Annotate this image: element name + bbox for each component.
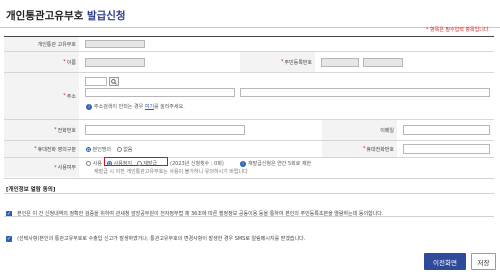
required-note: * 항목은 필수입력 항목입니다. xyxy=(425,27,490,33)
usage-status-label-text: 사용여부 xyxy=(57,165,76,171)
mobile-field[interactable] xyxy=(403,144,490,154)
reissue-limit: i 재발급신청은 연간 5회로 제한 xyxy=(240,160,311,167)
required-mark: * xyxy=(63,59,66,65)
reissue-count: (2023년 신청횟수 : 0회) xyxy=(170,161,224,167)
consent-title: [개인정보 열람 동의] xyxy=(6,187,56,193)
required-mark: * xyxy=(362,146,366,152)
page-title-main: 개인통관고유부호 xyxy=(6,10,84,22)
radio-none[interactable] xyxy=(116,147,122,152)
email-label: 이메일 xyxy=(322,120,397,140)
rrn-front-field[interactable] xyxy=(321,58,359,67)
consent-divider xyxy=(4,193,494,194)
auth-option-own-name-label: 본인명의 xyxy=(92,147,111,153)
auth-type-label-text: 휴대전화 영의구분 xyxy=(37,146,76,153)
required-mark: * xyxy=(54,164,57,171)
page-title-accent: 발급신청 xyxy=(86,10,126,22)
info-icon: i xyxy=(86,103,92,110)
required-mark: * xyxy=(280,59,284,65)
address-help-suffix: 를 눌러주세요. xyxy=(153,104,185,110)
address-help: i 주소검색이 안되는 경우 여기를 눌러주세요. xyxy=(86,103,185,110)
address-label: * 주소 xyxy=(4,73,79,119)
auth-type-options: 본인명의 없음 xyxy=(86,146,132,153)
mobile-label: * 휴대전화번호 xyxy=(322,141,397,157)
rrn-label-text: 주민등록번호 xyxy=(284,59,312,66)
save-button[interactable]: 저장 xyxy=(471,253,496,270)
email-field[interactable] xyxy=(403,125,490,135)
consent-item-2-text: (선택사항)본인의 통관고유부호로 수출입 신고가 발생하였거나, 통관고유부호… xyxy=(17,236,306,242)
auth-type-label: * 휴대전화 영의구분 xyxy=(4,141,79,157)
radio-suspend[interactable] xyxy=(107,161,112,166)
radio-use[interactable] xyxy=(86,161,91,166)
rrn-back-field[interactable] xyxy=(363,58,403,67)
consent-divider xyxy=(4,216,494,217)
required-mark: * xyxy=(34,146,37,152)
email-label-text: 이메일 xyxy=(380,127,394,134)
phone-label: * 전화번호 xyxy=(4,120,79,140)
consent-item-2: ✓ (선택사항)본인의 통관고유부호로 수출입 신고가 발생하였거나, 통관고유… xyxy=(6,225,305,244)
info-icon: i xyxy=(240,160,246,167)
search-icon xyxy=(111,78,117,85)
phone-field[interactable] xyxy=(85,125,245,135)
address-search-button[interactable] xyxy=(109,77,119,86)
usage-option-reissue-label: 재발급 xyxy=(143,161,157,167)
name-label: * 이름 xyxy=(4,52,79,72)
customs-code-label-text: 개인통관 고유부호 xyxy=(37,41,76,48)
usage-status-label: * 사용여부 xyxy=(4,158,79,177)
reissue-note: 재발급 시 이전 개인통관고유부호는 사용이 불가하니 유의하시기 바랍니다 xyxy=(94,169,248,175)
usage-options-highlighted: 사용정지 재발급 xyxy=(107,160,157,167)
phone-label-text: 전화번호 xyxy=(57,127,76,134)
customs-code-label: 개인통관 고유부호 xyxy=(4,37,79,51)
radio-own-name[interactable] xyxy=(86,147,91,152)
name-field[interactable] xyxy=(85,58,145,67)
required-mark: * xyxy=(54,127,57,133)
address-help-link[interactable]: 여기 xyxy=(145,104,154,110)
zipcode-field[interactable] xyxy=(85,77,107,86)
prev-button[interactable]: 이전화면 xyxy=(424,253,466,270)
name-label-text: 이름 xyxy=(66,59,76,66)
required-mark: * xyxy=(63,93,66,99)
customs-code-field[interactable] xyxy=(85,40,145,48)
rrn-label: * 주민등록번호 xyxy=(240,52,315,72)
mobile-label-text: 휴대전화번호 xyxy=(366,146,394,153)
usage-option-use-label: 사용 xyxy=(92,161,102,167)
address-field[interactable] xyxy=(85,88,235,97)
reissue-limit-text: 재발급신청은 연간 5회로 제한 xyxy=(248,161,312,167)
address-help-prefix: 주소검색이 안되는 경우 xyxy=(94,104,144,110)
radio-reissue[interactable] xyxy=(136,161,142,166)
consent-divider xyxy=(4,178,494,179)
checkbox-consent-2[interactable]: ✓ xyxy=(6,236,12,242)
page-title: 개인통관고유부호 발급신청 xyxy=(6,8,126,23)
usage-options: 사용 xyxy=(86,160,102,167)
usage-option-suspend-label: 사용정지 xyxy=(113,161,132,167)
application-form: 개인통관 고유부호 * 이름 * 주민등록번호 * 주소 i 주소검색이 안되는 경우 … xyxy=(4,36,494,177)
address-label-text: 주소 xyxy=(66,93,76,100)
auth-option-none-label: 없음 xyxy=(123,147,133,153)
address-detail-field[interactable] xyxy=(240,88,490,97)
